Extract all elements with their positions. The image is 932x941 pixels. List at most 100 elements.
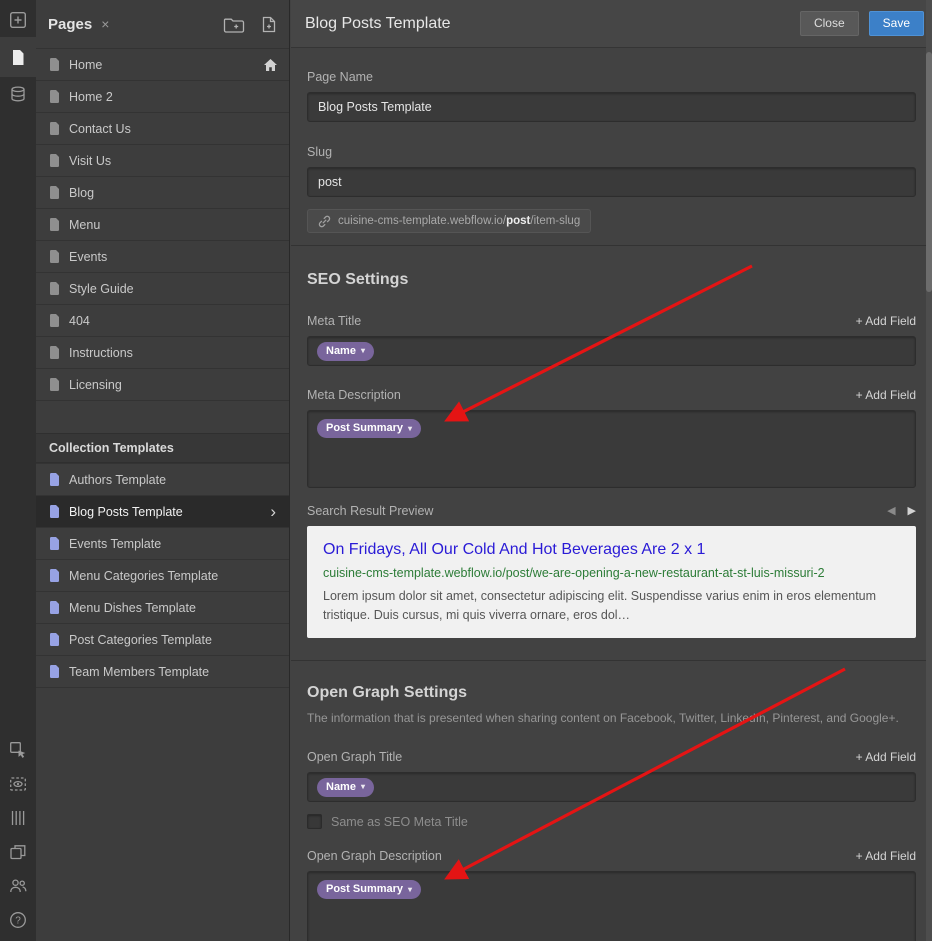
preview-nav: ◀ ▶	[887, 505, 916, 517]
sidebar-page-item[interactable]: Style Guide	[36, 273, 289, 305]
page-name-input[interactable]	[307, 92, 916, 122]
preview-result-url: cuisine-cms-template.webflow.io/post/we-…	[323, 566, 825, 580]
sidebar-page-item[interactable]: Menu	[36, 209, 289, 241]
help-button[interactable]: ?	[0, 903, 36, 937]
page-icon	[10, 49, 26, 66]
users-icon	[9, 877, 27, 895]
sidebar-template-item[interactable]: Menu Categories Template ›	[36, 560, 289, 592]
export-layout-button[interactable]	[0, 835, 36, 869]
preview-selection-button[interactable]	[0, 767, 36, 801]
pages-panel-header: Pages ×	[36, 0, 289, 48]
guides-button[interactable]	[0, 801, 36, 835]
close-panel-icon[interactable]: ×	[101, 17, 109, 31]
open-graph-settings-heading: Open Graph Settings	[307, 684, 468, 701]
meta-title-row: Meta Title + Add Field	[307, 314, 916, 328]
sidebar-item-label: Blog	[69, 185, 95, 200]
slug-label: Slug	[307, 145, 333, 159]
next-preview-button[interactable]: ▶	[908, 505, 916, 517]
sidebar-page-item[interactable]: Visit Us	[36, 145, 289, 177]
stacked-frames-icon	[9, 843, 27, 861]
new-page-button[interactable]	[261, 16, 277, 33]
sidebar-item-label: Menu	[69, 217, 101, 232]
chevron-down-icon: ▾	[360, 346, 365, 355]
pages-panel-button[interactable]	[0, 37, 36, 77]
sidebar-template-item[interactable]: Authors Template ›	[36, 464, 289, 496]
add-field-link[interactable]: + Add Field	[856, 750, 916, 764]
collection-doc-icon	[49, 569, 60, 582]
sidebar-item-label: Visit Us	[69, 153, 112, 168]
page-doc-icon	[49, 282, 60, 295]
cms-collections-button[interactable]	[0, 77, 36, 111]
settings-header: Blog Posts Template Close Save	[291, 0, 932, 48]
sidebar-item-label: Post Categories Template	[69, 632, 212, 647]
sidebar-item-label: 404	[69, 313, 90, 328]
meta-title-field[interactable]: Name ▾	[307, 336, 916, 366]
sidebar-page-item[interactable]: Home 2	[36, 81, 289, 113]
sidebar-page-item[interactable]: Instructions	[36, 337, 289, 369]
name-field-pill[interactable]: Name ▾	[317, 777, 374, 797]
sidebar-template-item[interactable]: Team Members Template ›	[36, 656, 289, 688]
save-button[interactable]: Save	[868, 10, 924, 37]
name-field-pill[interactable]: Name ▾	[317, 341, 374, 361]
page-doc-icon	[49, 378, 60, 391]
sidebar-page-item[interactable]: Events	[36, 241, 289, 273]
og-description-field[interactable]: Post Summary ▾	[307, 871, 916, 941]
scrollbar-track[interactable]	[926, 0, 932, 941]
sidebar-page-item[interactable]: 404	[36, 305, 289, 337]
sidebar-item-label: Contact Us	[69, 121, 131, 136]
post-summary-field-pill[interactable]: Post Summary ▾	[317, 880, 422, 899]
sidebar-page-item[interactable]: Licensing	[36, 369, 289, 401]
slug-input[interactable]	[307, 167, 916, 197]
search-preview-row: Search Result Preview ◀ ▶	[307, 504, 916, 518]
home-icon	[264, 58, 277, 71]
collection-doc-icon	[49, 505, 60, 518]
sidebar-template-item[interactable]: Blog Posts Template ›	[36, 496, 289, 528]
section-divider	[291, 245, 932, 246]
add-field-link[interactable]: + Add Field	[856, 388, 916, 402]
add-panel-button[interactable]	[0, 3, 36, 37]
sidebar-item-label: Authors Template	[69, 472, 167, 487]
chevron-down-icon: ▾	[360, 782, 365, 791]
sidebar-template-item[interactable]: Events Template ›	[36, 528, 289, 560]
collection-doc-icon	[49, 473, 60, 486]
sidebar-page-item[interactable]: Home	[36, 49, 289, 81]
collection-doc-icon	[49, 665, 60, 678]
sidebar-template-item[interactable]: Menu Dishes Template ›	[36, 592, 289, 624]
plus-square-icon	[9, 11, 27, 29]
same-as-seo-row: Same as SEO Meta Title	[307, 814, 916, 829]
close-button[interactable]: Close	[799, 10, 859, 37]
pages-sidebar: Pages × Home Home 2 Contact Us Visit Us …	[36, 0, 290, 941]
members-button[interactable]	[0, 869, 36, 903]
post-summary-field-pill[interactable]: Post Summary ▾	[317, 419, 422, 438]
preview-result-title[interactable]: On Fridays, All Our Cold And Hot Beverag…	[323, 539, 900, 561]
og-title-row: Open Graph Title + Add Field	[307, 750, 916, 764]
add-field-link[interactable]: + Add Field	[856, 314, 916, 328]
svg-text:?: ?	[15, 916, 21, 927]
sidebar-template-item[interactable]: Post Categories Template ›	[36, 624, 289, 656]
page-doc-icon	[49, 314, 60, 327]
collection-doc-icon	[49, 633, 60, 646]
same-as-seo-checkbox[interactable]	[307, 814, 322, 829]
scrollbar-thumb[interactable]	[926, 52, 932, 292]
page-name-label: Page Name	[307, 70, 374, 84]
search-result-preview-card: On Fridays, All Our Cold And Hot Beverag…	[307, 526, 916, 638]
page-doc-icon	[49, 346, 60, 359]
og-title-field[interactable]: Name ▾	[307, 772, 916, 802]
select-mode-button[interactable]	[0, 733, 36, 767]
page-doc-icon	[49, 122, 60, 135]
new-folder-button[interactable]	[223, 16, 245, 33]
sidebar-page-item[interactable]: Contact Us	[36, 113, 289, 145]
sidebar-page-item[interactable]: Blog	[36, 177, 289, 209]
url-preview-chip: cuisine-cms-template.webflow.io/post/ite…	[307, 209, 592, 233]
add-field-link[interactable]: + Add Field	[856, 849, 916, 863]
sidebar-item-label: Home	[69, 57, 103, 72]
pages-list: Home Home 2 Contact Us Visit Us Blog Men…	[36, 48, 289, 401]
left-tool-rail: ?	[0, 0, 36, 941]
url-preview-text: cuisine-cms-template.webflow.io/post/ite…	[338, 215, 581, 227]
prev-preview-button[interactable]: ◀	[887, 505, 895, 517]
meta-description-row: Meta Description + Add Field	[307, 388, 916, 402]
pages-panel-actions	[223, 16, 277, 33]
collection-templates-list: Authors Template › Blog Posts Template ›…	[36, 463, 289, 688]
meta-description-field[interactable]: Post Summary ▾	[307, 410, 916, 488]
page-title: Blog Posts Template	[305, 14, 451, 32]
